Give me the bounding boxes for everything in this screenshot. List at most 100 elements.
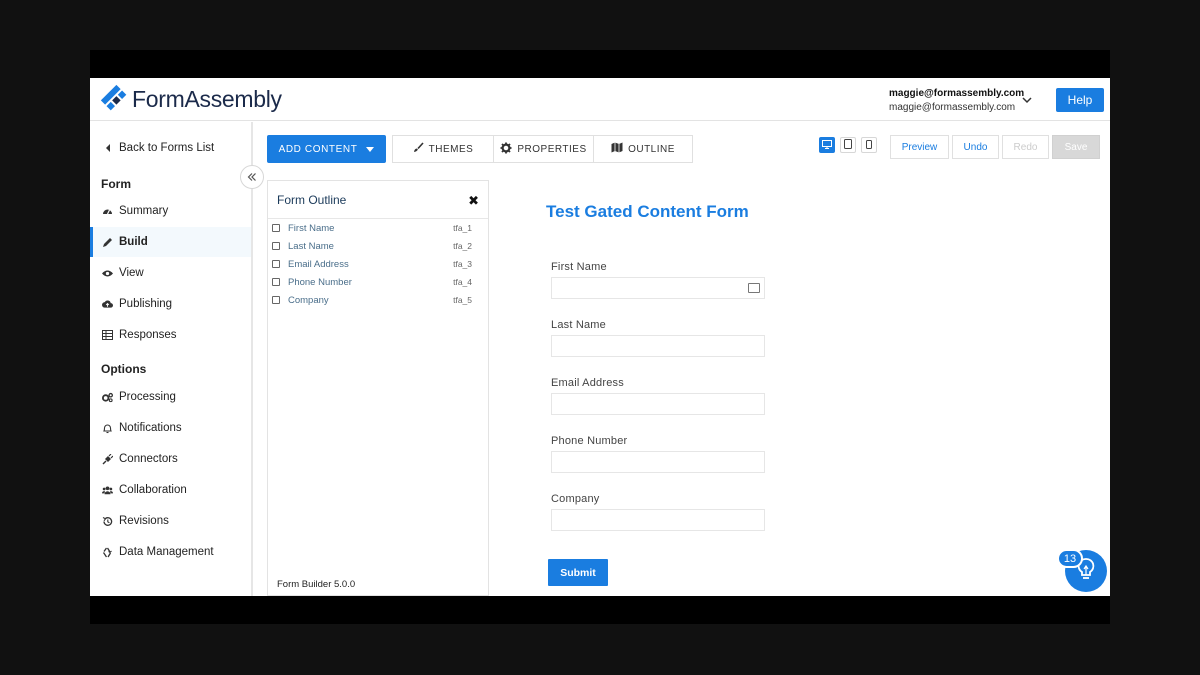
- sidebar-item-processing[interactable]: Processing: [90, 382, 251, 412]
- preview-button[interactable]: Preview: [890, 135, 949, 159]
- outline-row-phone-number[interactable]: Phone Number tfa_4: [272, 274, 484, 290]
- contact-card-icon: [748, 283, 760, 293]
- desktop-view-button[interactable]: [819, 137, 835, 153]
- help-button[interactable]: Help: [1056, 88, 1104, 112]
- sidebar-item-label: Responses: [119, 329, 177, 341]
- outline-row-label: Company: [288, 294, 329, 306]
- tab-outline[interactable]: OUTLINE: [594, 136, 692, 162]
- chevron-down-icon[interactable]: [1021, 93, 1033, 105]
- desktop-icon: [822, 136, 832, 154]
- sidebar-item-responses[interactable]: Responses: [90, 320, 251, 350]
- letterbox-bottom: [90, 596, 1110, 624]
- sidebar-item-collaboration[interactable]: Collaboration: [90, 475, 251, 505]
- sidebar-item-label: View: [119, 267, 144, 279]
- outline-row-last-name[interactable]: Last Name tfa_2: [272, 238, 484, 254]
- outline-checkbox[interactable]: [272, 260, 280, 268]
- logo-wordmark: FormAssembly: [132, 85, 282, 112]
- save-button[interactable]: Save: [1052, 135, 1100, 159]
- first-name-input[interactable]: [551, 277, 765, 299]
- builder-toolbar: ADD CONTENT THEMES PROPERTIES OUTLINE Pr…: [255, 122, 1110, 176]
- formassembly-logo-icon: [100, 84, 130, 114]
- outline-row-id: tfa_4: [453, 277, 472, 287]
- tab-label: PROPERTIES: [517, 143, 587, 155]
- caret-down-icon: [366, 146, 375, 152]
- top-header: FormAssembly maggie@formassembly.com mag…: [90, 78, 1110, 121]
- email-address-input[interactable]: [551, 393, 765, 415]
- users-icon: [102, 485, 113, 496]
- outline-checkbox[interactable]: [272, 278, 280, 286]
- sidebar-item-build[interactable]: Build: [90, 227, 251, 257]
- formassembly-logo[interactable]: FormAssembly: [100, 84, 282, 114]
- sidebar-item-label: Connectors: [119, 453, 178, 465]
- back-to-forms-label: Back to Forms List: [119, 142, 215, 154]
- outline-row-id: tfa_1: [453, 223, 472, 233]
- sidebar-item-label: Notifications: [119, 422, 182, 434]
- notification-count-badge: 13: [1057, 549, 1083, 568]
- tab-properties[interactable]: PROPERTIES: [494, 136, 594, 162]
- collapse-sidebar-button[interactable]: [240, 165, 264, 189]
- phone-number-input[interactable]: [551, 451, 765, 473]
- redo-button[interactable]: Redo: [1002, 135, 1049, 159]
- outline-row-company[interactable]: Company tfa_5: [272, 292, 484, 308]
- form-section-heading: Form: [101, 177, 131, 191]
- user-email-secondary: maggie@formassembly.com: [889, 102, 1016, 113]
- outline-title: Form Outline: [277, 192, 347, 207]
- caret-left-icon: [102, 143, 113, 154]
- sidebar-item-revisions[interactable]: Revisions: [90, 506, 251, 536]
- user-account[interactable]: maggie@formassembly.com maggie@formassem…: [889, 87, 1024, 115]
- recycle-icon: [102, 547, 113, 558]
- brush-icon: [413, 142, 424, 156]
- add-content-button[interactable]: ADD CONTENT: [267, 135, 386, 163]
- company-input[interactable]: [551, 509, 765, 531]
- outline-row-label: First Name: [288, 222, 335, 234]
- outline-checkbox[interactable]: [272, 296, 280, 304]
- tab-themes[interactable]: THEMES: [393, 136, 494, 162]
- sidebar-item-notifications[interactable]: Notifications: [90, 413, 251, 443]
- table-icon: [102, 330, 113, 341]
- plug-icon: [102, 453, 113, 465]
- builder-tab-group: THEMES PROPERTIES OUTLINE: [392, 135, 693, 163]
- letterbox-top: [90, 50, 1110, 78]
- outline-row-label: Last Name: [288, 240, 334, 252]
- submit-button[interactable]: Submit: [548, 559, 608, 586]
- form-builder-version: Form Builder 5.0.0: [277, 579, 356, 590]
- back-to-forms-link[interactable]: Back to Forms List: [90, 133, 251, 163]
- sidebar-item-data-management[interactable]: Data Management: [90, 537, 251, 567]
- cloud-upload-icon: [102, 299, 113, 310]
- tab-label: OUTLINE: [628, 143, 675, 155]
- sidebar-item-label: Publishing: [119, 298, 173, 310]
- dashboard-icon: [102, 206, 113, 217]
- company-label: Company: [551, 493, 600, 505]
- sidebar-item-label: Build: [119, 236, 148, 248]
- undo-button[interactable]: Undo: [952, 135, 999, 159]
- map-icon: [611, 142, 623, 156]
- history-icon: [102, 516, 113, 527]
- sidebar-item-connectors[interactable]: Connectors: [90, 444, 251, 474]
- outline-checkbox[interactable]: [272, 242, 280, 250]
- sidebar-item-label: Summary: [119, 205, 169, 217]
- close-icon[interactable]: ✖: [468, 193, 479, 209]
- add-content-label: ADD CONTENT: [278, 143, 358, 155]
- email-address-label: Email Address: [551, 377, 624, 389]
- form-title[interactable]: Test Gated Content Form: [546, 202, 749, 222]
- form-outline-panel: Form Outline ✖ First Name tfa_1 Last Nam…: [267, 180, 489, 596]
- outline-checkbox[interactable]: [272, 224, 280, 232]
- options-section-heading: Options: [101, 362, 147, 376]
- mobile-view-button[interactable]: [861, 137, 877, 153]
- first-name-label: First Name: [551, 261, 607, 273]
- last-name-input[interactable]: [551, 335, 765, 357]
- pencil-icon: [102, 237, 113, 248]
- sidebar-item-summary[interactable]: Summary: [90, 196, 251, 226]
- sidebar-item-publishing[interactable]: Publishing: [90, 289, 251, 319]
- sidebar-item-view[interactable]: View: [90, 258, 251, 288]
- outline-row-first-name[interactable]: First Name tfa_1: [272, 220, 484, 236]
- outline-row-email-address[interactable]: Email Address tfa_3: [272, 256, 484, 272]
- outline-row-id: tfa_3: [453, 259, 472, 269]
- outline-row-id: tfa_5: [453, 295, 472, 305]
- tablet-view-button[interactable]: [840, 137, 856, 153]
- sidebar: Back to Forms List Form Summary Build Vi…: [90, 122, 253, 596]
- gears-icon: [102, 392, 113, 403]
- phone-number-label: Phone Number: [551, 435, 628, 447]
- eye-icon: [102, 268, 113, 279]
- outline-row-label: Email Address: [288, 258, 349, 270]
